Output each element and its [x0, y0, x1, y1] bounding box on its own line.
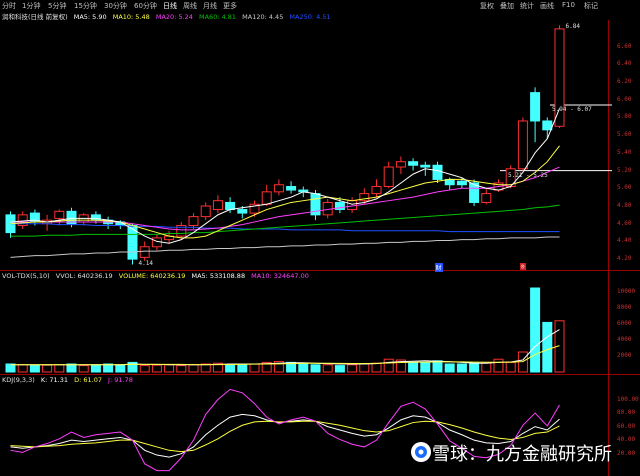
volume-bar [249, 363, 260, 373]
volume-bar [54, 364, 65, 373]
volume-bar [90, 364, 101, 373]
candle-body [395, 161, 406, 168]
volume-bar [542, 321, 553, 373]
volume-bar [78, 365, 89, 373]
candle-body [90, 214, 101, 221]
kdj-tick-label: 40.00 [617, 436, 636, 444]
price-tick-label: 5.20 [617, 166, 632, 174]
range-lower-label: 5.21 - 5.25 [508, 171, 548, 179]
volume-bar [359, 363, 370, 373]
price-tick-label: 5.40 [617, 148, 632, 156]
price-tick-label: 6.40 [617, 60, 632, 68]
price-tick-label: 5.60 [617, 131, 632, 139]
range-upper-label: 5.94 - 6.07 [552, 106, 592, 114]
candle-body [237, 209, 248, 214]
ma120-line [10, 236, 560, 258]
volume-bar [237, 363, 248, 373]
candle-body [188, 216, 199, 226]
candle-body [481, 193, 492, 203]
volume-bar [408, 361, 419, 373]
candle-body [212, 200, 223, 211]
event-marker[interactable]: ◎ [519, 263, 526, 270]
candle-body [200, 205, 211, 218]
candle-body [225, 201, 236, 211]
kdj-tick-label: 20.00 [617, 449, 636, 457]
volume-bar [347, 364, 358, 373]
kdj-tick-label: 60.00 [617, 422, 636, 430]
candle-body [261, 191, 272, 205]
volume-bar [298, 363, 309, 373]
volume-bar [420, 361, 431, 373]
kline-chart[interactable] [0, 0, 640, 476]
volume-tick-label: 6000 [617, 320, 632, 327]
snowball-logo-icon [411, 442, 431, 462]
volume-bar [493, 358, 504, 373]
volume-bar [481, 361, 492, 373]
volume-tick-label: 10000 [617, 288, 636, 295]
volume-bar [334, 365, 345, 373]
price-tick-label: 4.20 [617, 255, 632, 263]
candle-body [273, 184, 284, 193]
volume-bar [115, 364, 126, 373]
candle-body [420, 164, 431, 168]
volume-bar [29, 365, 40, 373]
candle-body [408, 161, 419, 166]
candle-body [530, 92, 541, 122]
volume-ma5-line [10, 329, 560, 366]
candle-body [517, 120, 528, 170]
kdj-tick-label: 80.00 [617, 409, 636, 417]
price-tick-label: 6.20 [617, 78, 632, 85]
high-price-label: 6.84 [565, 23, 580, 31]
price-tick-label: 4.40 [617, 237, 632, 245]
volume-bar [188, 364, 199, 373]
volume-bar [505, 361, 516, 373]
volume-bar [383, 358, 394, 373]
ma5-line [10, 108, 560, 244]
candle-body [383, 166, 394, 188]
volume-ma10-line [10, 345, 560, 366]
volume-tick-label: 8000 [617, 304, 632, 311]
volume-bar [164, 364, 175, 373]
price-tick-label: 6.00 [617, 95, 632, 103]
candle-body [456, 180, 467, 186]
volume-bar [17, 364, 28, 373]
volume-bar [371, 362, 382, 373]
candle-body [139, 246, 150, 258]
candle-body [54, 210, 65, 219]
volume-bar [444, 363, 455, 373]
kdj-tick-label: 100.00 [617, 395, 639, 403]
volume-bar [151, 364, 162, 373]
price-tick-label: 5.00 [617, 184, 632, 192]
volume-bar [322, 364, 333, 373]
volume-tick-label: 2000 [617, 352, 632, 359]
volume-bar [176, 365, 187, 373]
candle-body [371, 186, 382, 195]
volume-bar [310, 364, 321, 373]
volume-bar [530, 287, 541, 373]
price-tick-label: 4.60 [617, 219, 632, 227]
volume-bar [456, 363, 467, 373]
volume-bar [225, 364, 236, 373]
price-tick-label: 4.80 [617, 202, 632, 209]
volume-bar [42, 364, 53, 373]
low-price-label: 4.14 [138, 260, 153, 268]
price-tick-label: 5.80 [617, 113, 632, 121]
candle-body [286, 186, 297, 191]
candle-body [542, 120, 553, 131]
volume-bar [469, 362, 480, 373]
volume-bar [139, 365, 150, 373]
earnings-marker[interactable]: 财 [434, 263, 443, 272]
price-tick-label: 6.60 [617, 42, 632, 50]
volume-bar [432, 360, 443, 373]
volume-tick-label: 4000 [617, 336, 632, 343]
candle-body [432, 164, 443, 180]
ma250-line [10, 223, 560, 233]
watermark-text: 雪球：九方金融研究所 [432, 444, 612, 465]
